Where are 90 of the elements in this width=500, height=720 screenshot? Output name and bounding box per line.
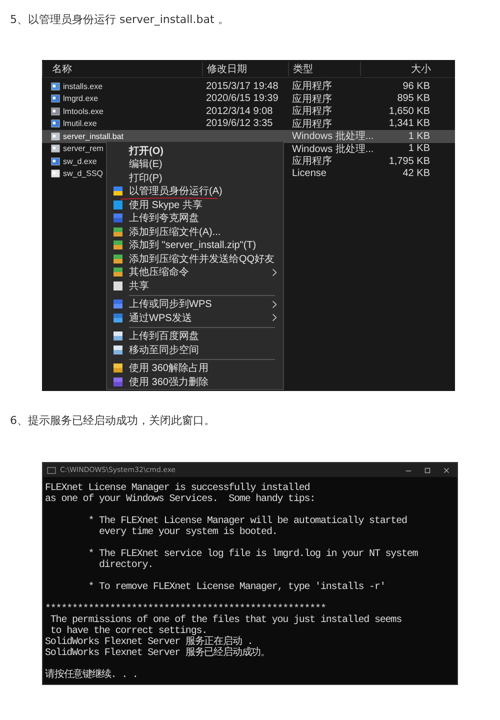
console-line: as one of your Windows Services. Some handy tips:	[45, 494, 316, 505]
file-icon	[51, 156, 60, 166]
console-line: * The FLEXnet service log file is lmgrd.log in your NT system	[87, 549, 419, 560]
console-line: SolidWorks Flexnet Server 服务已经启动成功。	[45, 648, 272, 659]
file-icon	[51, 144, 60, 154]
column-header[interactable]: 大小	[360, 62, 431, 76]
menu-icon	[113, 376, 123, 387]
file-icon	[51, 132, 60, 141]
console-line: ****************************************************	[45, 604, 326, 615]
file-size: 1,650 KB	[388, 106, 430, 117]
file-type: 应用程序	[292, 118, 332, 130]
console-line: 请按任意键继续. . .	[45, 670, 139, 681]
file-size: 1 KB	[408, 130, 430, 142]
menu-icon	[113, 331, 123, 342]
menu-icon	[113, 226, 123, 237]
menu-icon	[113, 200, 123, 210]
file-name[interactable]: lmgrd.exe	[63, 94, 98, 104]
file-size: 42 KB	[402, 168, 430, 180]
file-size: 96 KB	[402, 80, 430, 92]
menu-item[interactable]: 移动至同步空间	[107, 343, 283, 356]
console-line: The permissions of one of the files that you just installed seems	[49, 615, 402, 626]
menu-item[interactable]: 使用 360强力删除	[107, 375, 283, 388]
menu-item[interactable]: 打印(P)	[107, 171, 283, 184]
close-icon[interactable]	[442, 466, 451, 474]
file-name[interactable]: lmtools.exe	[63, 106, 104, 116]
column-header[interactable]: 名称	[42, 62, 202, 76]
file-size: 1 KB	[408, 143, 430, 154]
file-name[interactable]: lmutil.exe	[63, 119, 97, 128]
console-icon	[47, 466, 56, 474]
file-name[interactable]: server_rem	[63, 144, 104, 154]
console-line: to have the correct settings.	[50, 626, 208, 637]
menu-item[interactable]: 使用 Skype 共享	[107, 198, 283, 212]
menu-icon	[113, 280, 123, 291]
file-size: 1,341 KB	[388, 118, 430, 130]
column-header[interactable]: 类型	[288, 62, 360, 76]
menu-icon	[113, 254, 123, 264]
file-icon	[51, 106, 60, 116]
menu-item[interactable]: 共享	[107, 279, 283, 292]
file-name[interactable]: sw_d_SSQ	[63, 169, 104, 178]
menu-item[interactable]: 添加到压缩文件(A)...	[107, 225, 283, 238]
file-icon	[51, 94, 60, 104]
menu-icon	[113, 240, 123, 250]
menu-item[interactable]: 上传到百度网盘	[107, 330, 283, 343]
menu-item[interactable]: 通过WPS发送	[107, 311, 283, 324]
menu-icon	[113, 312, 123, 323]
menu-item[interactable]: 使用 360解除占用	[107, 362, 283, 375]
file-type: 应用程序	[292, 106, 332, 118]
console-line: FLEXnet License Manager is successfully installed	[45, 483, 310, 494]
file-icon	[51, 82, 60, 91]
menu-icon	[113, 186, 123, 196]
file-name[interactable]: server_install.bat	[63, 132, 124, 141]
chevron-icon	[272, 268, 277, 277]
column-header[interactable]: 修改日期	[202, 62, 288, 76]
console-line: * To remove FLEXnet License Manager, type 'installs -r'	[87, 582, 386, 593]
menu-item[interactable]: 打开(O)	[107, 144, 283, 158]
menu-icon	[113, 363, 123, 374]
step-heading: 5、以管理员身份运行 server_install.bat 。	[10, 12, 230, 27]
menu-item[interactable]: 以管理员身份运行(A)	[107, 184, 283, 198]
file-name[interactable]: sw_d.exe	[63, 156, 97, 166]
file-size: 1,795 KB	[388, 156, 430, 167]
menu-icon	[113, 344, 123, 355]
file-icon	[51, 119, 60, 128]
file-type: Windows 批处理...	[292, 131, 374, 142]
menu-icon	[113, 299, 123, 310]
file-icon	[51, 169, 60, 178]
file-type: 应用程序	[292, 81, 332, 92]
console-line: * The FLEXnet License Manager will be automatically started	[87, 516, 408, 527]
file-date: 2019/6/12 3:35	[206, 118, 273, 130]
file-size: 895 KB	[397, 93, 430, 104]
file-date: 2012/3/14 9:08	[206, 106, 273, 117]
console-line: SolidWorks Flexnet Server 服务正在启动 .	[45, 637, 253, 648]
menu-item[interactable]: 其他压缩命令	[107, 266, 283, 279]
file-date: 2015/3/17 19:48	[206, 80, 278, 92]
file-type: 应用程序	[292, 156, 332, 168]
step-heading: 6、提示服务已经启动成功，关闭此窗口。	[10, 413, 216, 428]
file-date: 2020/6/15 19:39	[206, 93, 278, 104]
file-type: Windows 批处理...	[292, 144, 374, 155]
menu-item[interactable]: 编辑(E)	[107, 158, 283, 171]
console-line: directory.	[98, 560, 154, 571]
menu-item[interactable]: 添加到压缩文件并发送给QQ好友	[107, 252, 283, 266]
menu-item[interactable]: 添加到 "server_install.zip"(T)	[107, 238, 283, 252]
menu-icon	[113, 267, 123, 278]
maximize-icon[interactable]	[423, 466, 432, 474]
file-type: License	[292, 168, 326, 180]
console-line: every time your system is booted.	[98, 527, 278, 538]
menu-item[interactable]: 上传到夸克网盘	[107, 212, 283, 225]
file-type: 应用程序	[292, 94, 332, 105]
menu-item[interactable]: 上传或同步到WPS	[107, 298, 283, 311]
menu-icon	[113, 213, 123, 224]
file-name[interactable]: installs.exe	[63, 82, 103, 91]
